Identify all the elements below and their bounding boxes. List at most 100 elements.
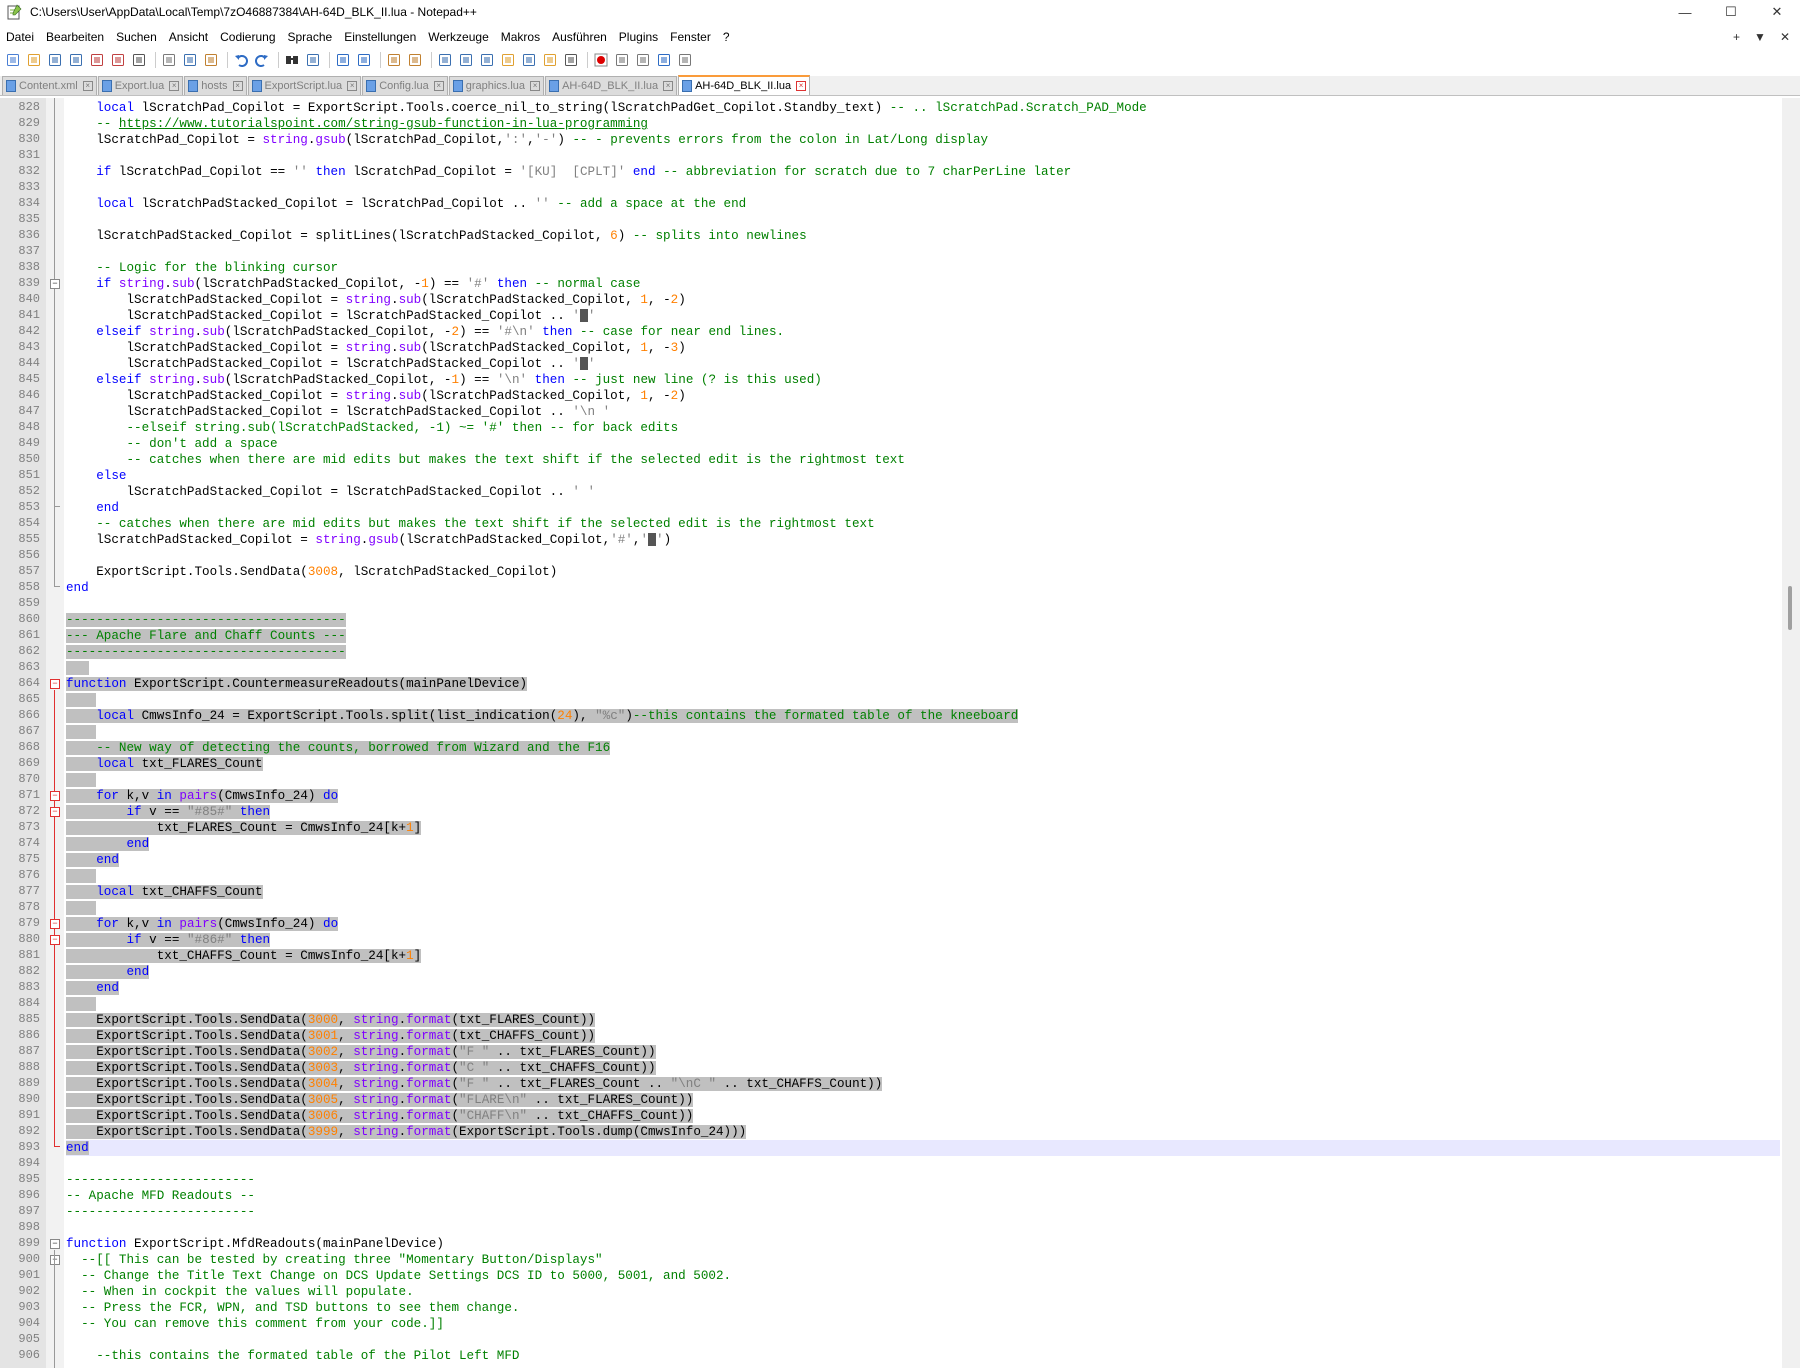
close-document-button[interactable]: ✕ xyxy=(1780,30,1790,44)
code-line[interactable]: -- don't add a space xyxy=(66,436,277,452)
save-macro-icon[interactable] xyxy=(676,51,694,69)
tab-config-lua[interactable]: Config.lua × xyxy=(362,76,448,95)
zoom-out-icon[interactable] xyxy=(355,51,373,69)
code-line[interactable]: if v == "#85#" then xyxy=(66,804,271,820)
menu-plugins[interactable]: Plugins xyxy=(613,30,664,44)
menu-codierung[interactable]: Codierung xyxy=(214,30,281,44)
code-line[interactable]: ExportScript.Tools.SendData(3005, string… xyxy=(66,1092,694,1108)
vertical-scrollbar[interactable] xyxy=(1782,98,1800,1368)
fold-toggle-icon[interactable]: − xyxy=(50,279,60,289)
code-line[interactable]: ExportScript.Tools.SendData(3000, string… xyxy=(66,1012,596,1028)
folder-workspace-icon[interactable] xyxy=(541,51,559,69)
fold-toggle-icon[interactable]: − xyxy=(50,1255,60,1265)
code-line[interactable]: end xyxy=(66,1140,1780,1156)
run-macro-multiple-icon[interactable] xyxy=(655,51,673,69)
code-line[interactable]: ExportScript.Tools.SendData(3002, string… xyxy=(66,1044,656,1060)
code-line[interactable]: end xyxy=(66,500,119,516)
code-line[interactable]: local CmwsInfo_24 = ExportScript.Tools.s… xyxy=(66,708,1019,724)
code-line[interactable]: ------------------------- xyxy=(66,1172,255,1188)
fold-toggle-icon[interactable]: − xyxy=(50,807,60,817)
menu-einstellungen[interactable]: Einstellungen xyxy=(338,30,422,44)
code-line[interactable]: lScratchPadStacked_Copilot = lScratchPad… xyxy=(66,356,595,372)
tab-content-xml[interactable]: Content.xml × xyxy=(2,76,97,95)
replace-icon[interactable] xyxy=(304,51,322,69)
save-all-icon[interactable] xyxy=(67,51,85,69)
menu-bearbeiten[interactable]: Bearbeiten xyxy=(40,30,110,44)
code-line[interactable]: else xyxy=(66,468,126,484)
tab-export-lua[interactable]: Export.lua × xyxy=(97,76,184,95)
code-line[interactable]: elseif string.sub(lScratchPadStacked_Cop… xyxy=(66,372,822,388)
fold-margin[interactable]: − − − − − − − − xyxy=(46,98,64,1368)
menu-werkzeuge[interactable]: Werkzeuge xyxy=(422,30,494,44)
code-line[interactable]: for k,v in pairs(CmwsInfo_24) do xyxy=(66,916,339,932)
code-line[interactable]: elseif string.sub(lScratchPadStacked_Cop… xyxy=(66,324,784,340)
vertical-scrollbar-thumb[interactable] xyxy=(1788,586,1792,630)
code-line[interactable]: local txt_FLARES_Count xyxy=(66,756,263,772)
doc-map-icon[interactable] xyxy=(499,51,517,69)
fold-toggle-icon[interactable]: − xyxy=(50,679,60,689)
code-line[interactable]: ExportScript.Tools.SendData(3006, string… xyxy=(66,1108,694,1124)
tab-close-icon[interactable]: × xyxy=(232,81,243,91)
menu-ansicht[interactable]: Ansicht xyxy=(163,30,214,44)
print-icon[interactable] xyxy=(130,51,148,69)
code-line[interactable]: lScratchPadStacked_Copilot = string.sub(… xyxy=(66,340,685,356)
cut-icon[interactable] xyxy=(160,51,178,69)
code-line[interactable]: ExportScript.Tools.SendData(3001, string… xyxy=(66,1028,596,1044)
open-file-icon[interactable] xyxy=(25,51,43,69)
code-line[interactable] xyxy=(66,724,97,740)
maximize-button[interactable]: ☐ xyxy=(1708,0,1754,24)
word-wrap-icon[interactable] xyxy=(436,51,454,69)
code-line[interactable]: local lScratchPad_Copilot = ExportScript… xyxy=(66,100,1147,116)
code-line[interactable]: local txt_CHAFFS_Count xyxy=(66,884,263,900)
close-icon[interactable] xyxy=(88,51,106,69)
sync-v-icon[interactable] xyxy=(385,51,403,69)
code-line[interactable]: --[[ This can be tested by creating thre… xyxy=(66,1252,602,1268)
menu-suchen[interactable]: Suchen xyxy=(110,30,163,44)
record-macro-icon[interactable] xyxy=(592,51,610,69)
code-line[interactable]: -- When in cockpit the values will popul… xyxy=(66,1284,414,1300)
code-line[interactable]: function ExportScript.MfdReadouts(mainPa… xyxy=(66,1236,444,1252)
code-line[interactable]: end xyxy=(66,580,89,596)
save-icon[interactable] xyxy=(46,51,64,69)
find-icon[interactable] xyxy=(283,51,301,69)
code-line[interactable]: local lScratchPadStacked_Copilot = lScra… xyxy=(66,196,746,212)
code-line[interactable] xyxy=(66,996,97,1012)
tab-close-icon[interactable]: × xyxy=(347,81,358,91)
code-line[interactable] xyxy=(66,660,89,676)
code-line[interactable]: txt_FLARES_Count = CmwsInfo_24[k+1] xyxy=(66,820,422,836)
tab-close-icon[interactable]: × xyxy=(796,81,807,91)
tab-close-icon[interactable]: × xyxy=(82,81,93,91)
code-line[interactable]: -- New way of detecting the counts, borr… xyxy=(66,740,611,756)
sync-h-icon[interactable] xyxy=(406,51,424,69)
copy-icon[interactable] xyxy=(181,51,199,69)
code-line[interactable]: txt_CHAFFS_Count = CmwsInfo_24[k+1] xyxy=(66,948,422,964)
code-line[interactable]: ExportScript.Tools.SendData(3999, string… xyxy=(66,1124,747,1140)
code-line[interactable] xyxy=(66,692,97,708)
code-line[interactable]: if lScratchPad_Copilot == '' then lScrat… xyxy=(66,164,1071,180)
tab-close-icon[interactable]: × xyxy=(169,81,180,91)
code-line[interactable]: lScratchPadStacked_Copilot = lScratchPad… xyxy=(66,404,610,420)
code-line[interactable]: ExportScript.Tools.SendData(3004, string… xyxy=(66,1076,883,1092)
fold-toggle-icon[interactable]: − xyxy=(50,935,60,945)
indent-guide-icon[interactable] xyxy=(478,51,496,69)
code-line[interactable]: lScratchPadStacked_Copilot = string.sub(… xyxy=(66,388,685,404)
code-line[interactable]: --elseif string.sub(lScratchPadStacked, … xyxy=(66,420,678,436)
close-window-button[interactable]: ✕ xyxy=(1754,0,1800,24)
code-line[interactable]: lScratchPadStacked_Copilot = lScratchPad… xyxy=(66,484,595,500)
zoom-in-icon[interactable] xyxy=(334,51,352,69)
tab-ah-64d-blk-ii-lua[interactable]: AH-64D_BLK_II.lua × xyxy=(545,76,678,95)
tab-ah-64d-blk-ii-lua-active[interactable]: AH-64D_BLK_II.lua × xyxy=(678,75,811,95)
menu-help[interactable]: ? xyxy=(717,30,736,44)
undo-icon[interactable] xyxy=(232,51,250,69)
menu-ausfuehren[interactable]: Ausführen xyxy=(546,30,613,44)
new-tab-button[interactable]: + xyxy=(1733,30,1740,44)
code-line[interactable]: ------------------------- xyxy=(66,1204,255,1220)
code-line[interactable] xyxy=(66,868,97,884)
code-line[interactable]: for k,v in pairs(CmwsInfo_24) do xyxy=(66,788,339,804)
monitor-icon[interactable] xyxy=(562,51,580,69)
code-line[interactable]: function ExportScript.CountermeasureRead… xyxy=(66,676,528,692)
code-line[interactable]: -- You can remove this comment from your… xyxy=(66,1316,444,1332)
code-line[interactable]: lScratchPadStacked_Copilot = splitLines(… xyxy=(66,228,806,244)
code-line[interactable]: end xyxy=(66,852,119,868)
tab-exportscript-lua[interactable]: ExportScript.lua × xyxy=(247,76,362,95)
